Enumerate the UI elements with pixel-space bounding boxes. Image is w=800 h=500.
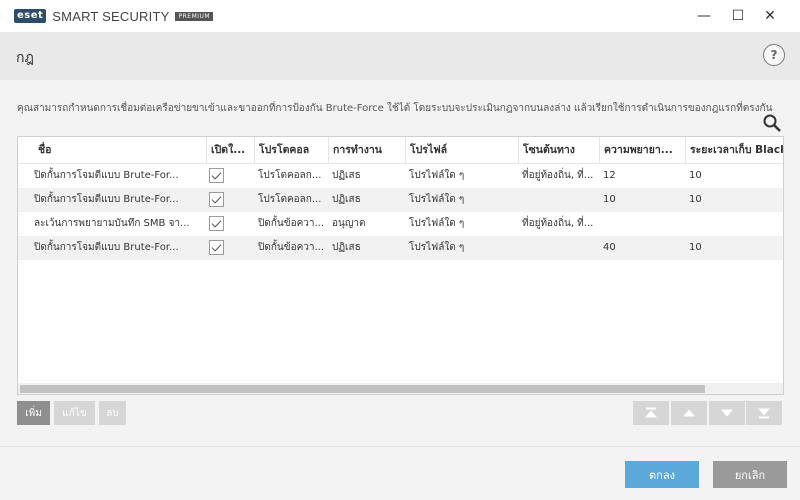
maximize-button[interactable]: ☐ — [722, 0, 754, 32]
rule-protocol: ปิดกั้นข้อควา... — [258, 218, 325, 229]
rule-enabled-checkbox[interactable] — [209, 216, 224, 231]
description-text: คุณสามารถกำหนดการเชื่อมต่อเครือข่ายขาเข้… — [17, 103, 773, 114]
rule-protocol: โปรโตคอลก... — [258, 194, 322, 205]
column-header-protocol[interactable]: โปรโตคอล — [254, 137, 328, 164]
rule-enabled-checkbox[interactable] — [209, 240, 224, 255]
edition-badge: PREMIUM — [175, 11, 214, 21]
minimize-button[interactable]: — — [688, 0, 720, 32]
page-title: กฎ — [16, 50, 34, 66]
move-top-button[interactable] — [633, 401, 669, 425]
rule-attempts: 12 — [603, 170, 616, 181]
rule-name: ปิดกั้นการโจมตีแบบ Brute-For... — [34, 170, 179, 181]
rule-retention: 10 — [689, 170, 702, 181]
rule-attempts — [599, 212, 685, 236]
rule-action: ปฏิเสธ — [332, 242, 361, 253]
table-row[interactable]: ปิดกั้นการโจมตีแบบ Brute-For... โปรโตคอล… — [18, 188, 783, 212]
column-header-profile[interactable]: โปรไฟล์ — [405, 137, 518, 164]
rule-protocol: ปิดกั้นข้อควา... — [258, 242, 325, 253]
rule-source-zone: ที่อยู่ท้องถิ่น, ที่... — [522, 218, 594, 229]
move-down-button[interactable] — [709, 401, 745, 425]
page-header: กฎ ? — [0, 32, 800, 80]
ok-button[interactable]: ตกลง — [625, 461, 699, 488]
table-row[interactable]: ปิดกั้นการโจมตีแบบ Brute-For... โปรโตคอล… — [18, 164, 783, 188]
scrollbar-thumb[interactable] — [20, 385, 705, 393]
column-header-source-zone[interactable]: โซนต้นทาง — [518, 137, 599, 164]
rule-retention: 10 — [689, 194, 702, 205]
horizontal-scrollbar[interactable] — [18, 383, 783, 394]
rule-profile: โปรไฟล์ใด ๆ — [409, 194, 465, 205]
close-button[interactable]: ✕ — [754, 0, 786, 32]
rule-profile: โปรไฟล์ใด ๆ — [409, 242, 465, 253]
move-top-icon — [645, 407, 657, 418]
move-down-icon — [721, 409, 733, 417]
add-button[interactable]: เพิ่ม — [17, 401, 50, 425]
column-header-retention[interactable]: ระยะเวลาเก็บ Black — [685, 137, 783, 164]
rule-profile: โปรไฟล์ใด ๆ — [409, 170, 465, 181]
rule-retention — [685, 212, 783, 236]
column-header-enabled[interactable]: เปิดใ... — [206, 137, 254, 164]
rule-attempts: 40 — [603, 242, 616, 253]
column-header-action[interactable]: การทำงาน — [328, 137, 405, 164]
table-row[interactable]: ปิดกั้นการโจมตีแบบ Brute-For... ปิดกั้นข… — [18, 236, 783, 260]
move-bottom-button[interactable] — [746, 401, 782, 425]
column-header-attempts[interactable]: ความพยายา... — [599, 137, 685, 164]
app-name: SMART SECURITY — [52, 8, 170, 24]
rule-source-zone — [518, 236, 599, 260]
rules-table: ชื่อ เปิดใ... โปรโตคอล การทำงาน โปรไฟล์ … — [17, 136, 784, 395]
rule-retention: 10 — [689, 242, 702, 253]
eset-logo: eset — [14, 9, 47, 23]
rule-protocol: โปรโตคอลก... — [258, 170, 322, 181]
move-up-button[interactable] — [671, 401, 707, 425]
delete-button[interactable]: ลบ — [99, 401, 126, 425]
app-logo: eset SMART SECURITY PREMIUM — [14, 8, 214, 24]
table-row[interactable]: ละเว้นการพยายามบันทึก SMB จา... ปิดกั้นข… — [18, 212, 783, 236]
rule-action: ปฏิเสธ — [332, 194, 361, 205]
edit-button[interactable]: แก้ไข — [54, 401, 95, 425]
title-bar: eset SMART SECURITY PREMIUM — ☐ ✕ — [0, 0, 800, 32]
rule-enabled-checkbox[interactable] — [209, 192, 224, 207]
search-icon[interactable] — [762, 113, 782, 133]
rule-attempts: 10 — [603, 194, 616, 205]
rule-source-zone — [518, 188, 599, 212]
rule-enabled-checkbox[interactable] — [209, 168, 224, 183]
table-header: ชื่อ เปิดใ... โปรโตคอล การทำงาน โปรไฟล์ … — [18, 137, 783, 164]
cancel-button[interactable]: ยกเลิก — [713, 461, 787, 488]
move-bottom-icon — [758, 408, 770, 419]
rule-name: ละเว้นการพยายามบันทึก SMB จา... — [34, 218, 190, 229]
rule-action: อนุญาต — [332, 218, 366, 229]
rule-source-zone: ที่อยู่ท้องถิ่น, ที่... — [522, 170, 594, 181]
column-header-name[interactable]: ชื่อ — [18, 137, 206, 164]
footer-divider — [0, 446, 800, 447]
rule-name: ปิดกั้นการโจมตีแบบ Brute-For... — [34, 194, 179, 205]
help-button[interactable]: ? — [763, 44, 785, 66]
move-up-icon — [683, 409, 695, 417]
rule-action: ปฏิเสธ — [332, 170, 361, 181]
rule-name: ปิดกั้นการโจมตีแบบ Brute-For... — [34, 242, 179, 253]
rule-profile: โปรไฟล์ใด ๆ — [409, 218, 465, 229]
